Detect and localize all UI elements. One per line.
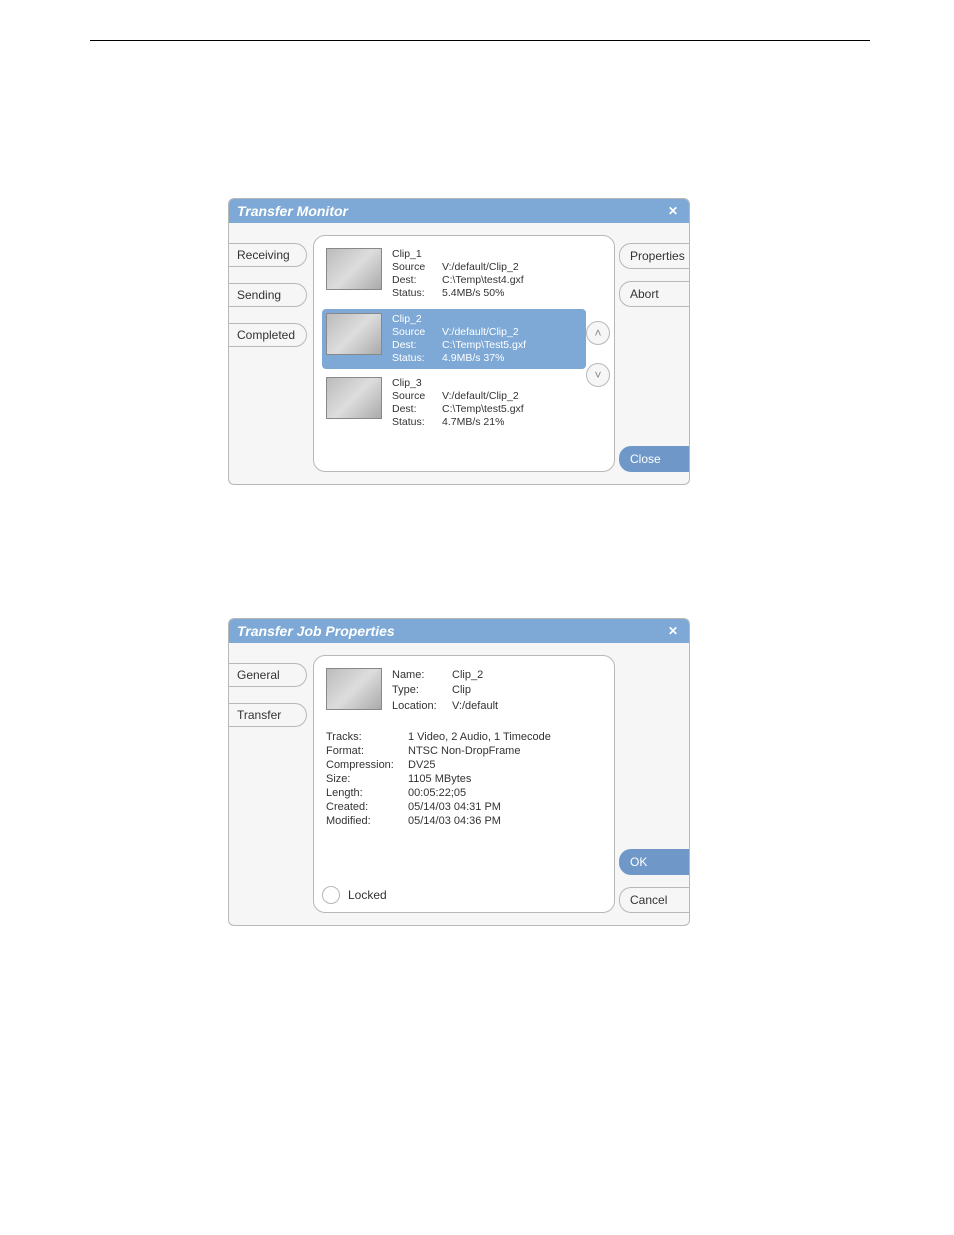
clip-thumbnail xyxy=(326,668,382,710)
label-length: Length: xyxy=(326,787,404,799)
label-status: Status: xyxy=(392,287,436,300)
clip-info: Clip_2 Source V:/default/Clip_2 Dest: C:\T… xyxy=(392,313,526,366)
cancel-button[interactable]: Cancel xyxy=(619,887,690,913)
clip-name: Clip_1 xyxy=(392,248,524,261)
clip-info: Clip_1 Source V:/default/Clip_2 Dest: C:\T… xyxy=(392,248,524,301)
tjp-header-info: Name: Clip_2 Type: Clip Location: V:/defaul… xyxy=(392,668,498,714)
tjp-tabs: General Transfer xyxy=(229,643,307,925)
value-status: 5.4MB/s 50% xyxy=(442,287,504,300)
value-length: 00:05:22;05 xyxy=(408,787,466,799)
tjp-content: Name: Clip_2 Type: Clip Location: V:/defaul… xyxy=(313,655,615,913)
clip-thumbnail xyxy=(326,248,382,290)
scroll-controls: ˄ ˅ xyxy=(586,321,610,387)
transfer-monitor-titlebar: Transfer Monitor ✕ xyxy=(229,199,689,223)
value-format: NTSC Non-DropFrame xyxy=(408,745,520,757)
tjp-properties-list: Tracks: 1 Video, 2 Audio, 1 Timecode Form… xyxy=(322,722,586,828)
tm-tabs: Receiving Sending Completed xyxy=(229,223,307,484)
scroll-up-icon[interactable]: ˄ xyxy=(586,321,610,345)
clip-name: Clip_2 xyxy=(392,313,526,326)
label-dest: Dest: xyxy=(392,274,436,287)
tm-clip-list: Clip_1 Source V:/default/Clip_2 Dest: C:\T… xyxy=(313,235,615,472)
close-button[interactable]: Close xyxy=(619,446,690,472)
value-tracks: 1 Video, 2 Audio, 1 Timecode xyxy=(408,731,551,743)
properties-button[interactable]: Properties xyxy=(619,243,690,269)
locked-checkbox[interactable] xyxy=(322,886,340,904)
transfer-monitor-title: Transfer Monitor xyxy=(237,203,348,219)
tjp-header: Name: Clip_2 Type: Clip Location: V:/defaul… xyxy=(322,664,586,718)
value-source: V:/default/Clip_2 xyxy=(442,261,519,274)
value-name: Clip_2 xyxy=(452,668,483,683)
abort-button[interactable]: Abort xyxy=(619,281,690,307)
tjp-titlebar: Transfer Job Properties ✕ xyxy=(229,619,689,643)
tab-sending[interactable]: Sending xyxy=(229,283,307,307)
label-source: Source xyxy=(392,261,436,274)
value-size: 1105 MBytes xyxy=(408,773,471,785)
scroll-down-icon[interactable]: ˅ xyxy=(586,363,610,387)
horizontal-rule xyxy=(90,40,870,41)
label-compression: Compression: xyxy=(326,759,404,771)
label-source: Source xyxy=(392,390,436,403)
tjp-actions: OK Cancel xyxy=(621,643,689,925)
label-source: Source xyxy=(392,326,436,339)
value-source: V:/default/Clip_2 xyxy=(442,390,519,403)
label-location: Location: xyxy=(392,699,448,714)
label-type: Type: xyxy=(392,683,448,698)
clip-name: Clip_3 xyxy=(392,377,524,390)
label-status: Status: xyxy=(392,416,436,429)
label-dest: Dest: xyxy=(392,403,436,416)
tab-completed[interactable]: Completed xyxy=(229,323,307,347)
tm-actions: Properties Abort Close xyxy=(621,223,689,484)
tab-receiving[interactable]: Receiving xyxy=(229,243,307,267)
tab-general[interactable]: General xyxy=(229,663,307,687)
label-created: Created: xyxy=(326,801,404,813)
transfer-monitor-dialog: Transfer Monitor ✕ Receiving Sending Com… xyxy=(228,198,690,485)
clip-thumbnail xyxy=(326,313,382,355)
label-modified: Modified: xyxy=(326,815,404,827)
transfer-job-properties-dialog: Transfer Job Properties ✕ General Transf… xyxy=(228,618,690,926)
value-type: Clip xyxy=(452,683,471,698)
list-item[interactable]: Clip_2 Source V:/default/Clip_2 Dest: C:\T… xyxy=(322,309,586,370)
value-location: V:/default xyxy=(452,699,498,714)
value-created: 05/14/03 04:31 PM xyxy=(408,801,501,813)
tjp-title: Transfer Job Properties xyxy=(237,623,395,639)
label-size: Size: xyxy=(326,773,404,785)
list-item[interactable]: Clip_1 Source V:/default/Clip_2 Dest: C:\T… xyxy=(322,244,586,305)
locked-label: Locked xyxy=(348,888,387,902)
value-dest: C:\Temp\Test5.gxf xyxy=(442,339,526,352)
ok-button[interactable]: OK xyxy=(619,849,690,875)
label-dest: Dest: xyxy=(392,339,436,352)
tab-transfer[interactable]: Transfer xyxy=(229,703,307,727)
value-dest: C:\Temp\test5.gxf xyxy=(442,403,524,416)
label-tracks: Tracks: xyxy=(326,731,404,743)
clip-info: Clip_3 Source V:/default/Clip_2 Dest: C:\T… xyxy=(392,377,524,430)
value-source: V:/default/Clip_2 xyxy=(442,326,519,339)
value-status: 4.9MB/s 37% xyxy=(442,352,504,365)
label-name: Name: xyxy=(392,668,448,683)
close-icon[interactable]: ✕ xyxy=(665,203,681,219)
value-status: 4.7MB/s 21% xyxy=(442,416,504,429)
label-status: Status: xyxy=(392,352,436,365)
value-modified: 05/14/03 04:36 PM xyxy=(408,815,501,827)
label-format: Format: xyxy=(326,745,404,757)
close-icon[interactable]: ✕ xyxy=(665,623,681,639)
list-item[interactable]: Clip_3 Source V:/default/Clip_2 Dest: C:\T… xyxy=(322,373,586,434)
clip-thumbnail xyxy=(326,377,382,419)
locked-field[interactable]: Locked xyxy=(322,886,387,904)
value-dest: C:\Temp\test4.gxf xyxy=(442,274,524,287)
value-compression: DV25 xyxy=(408,759,436,771)
